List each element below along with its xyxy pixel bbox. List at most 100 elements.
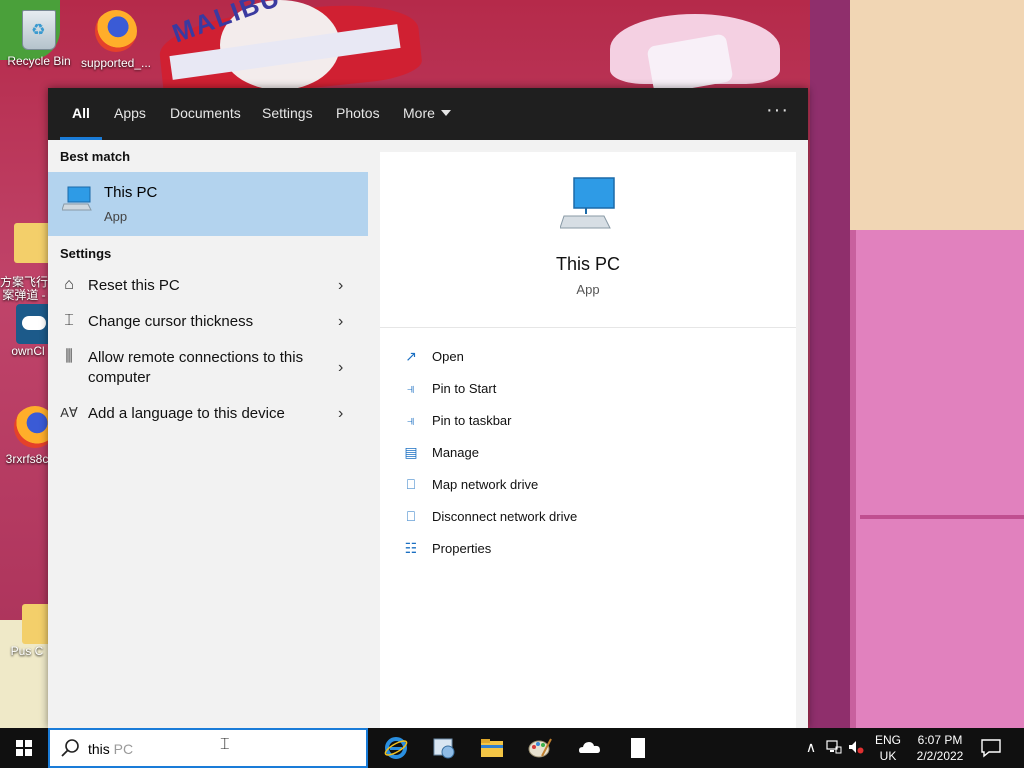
volume-muted-icon[interactable]	[848, 739, 864, 755]
desktop-icon-3rxrfs8c[interactable]: 3rxrfs8c	[2, 402, 56, 466]
desktop-icon-label: ownCl	[11, 344, 45, 358]
firefox-icon	[95, 10, 137, 52]
setting-reset-pc[interactable]: ⌂ Reset this PC ›	[48, 268, 368, 304]
pin-icon: ⫣	[406, 412, 416, 428]
language-icon: AⱯ	[60, 405, 78, 420]
desktop-icon-label: 3rxrfs8c	[5, 452, 49, 466]
taskbar-control-panel[interactable]	[424, 732, 464, 764]
disconnect-drive-icon: ⎕	[406, 508, 416, 524]
file-explorer-icon	[481, 739, 503, 757]
desktop-icon-recycle-bin[interactable]: Recycle Bin	[1, 6, 77, 68]
action-label: Pin to taskbar	[432, 413, 512, 428]
action-label: Properties	[432, 541, 492, 556]
this-pc-icon	[62, 186, 92, 211]
setting-label: Change cursor thickness	[88, 313, 254, 330]
desktop-icon-label: Pus C	[10, 644, 44, 658]
wallpaper-shape	[850, 0, 1024, 235]
search-typed-text: this	[88, 741, 110, 757]
reset-pc-icon: ⌂	[64, 276, 74, 293]
taskbar-internet-explorer[interactable]	[376, 732, 416, 764]
action-manage[interactable]: ▤ Manage	[402, 442, 782, 466]
chevron-right-icon: ›	[338, 313, 344, 330]
taskbar-document[interactable]	[618, 732, 658, 764]
action-disconnect-network-drive[interactable]: ⎕ Disconnect network drive	[402, 506, 782, 530]
setting-add-language[interactable]: AⱯ Add a language to this device ›	[48, 396, 368, 432]
desktop-icon-label: supported_...	[80, 56, 152, 70]
this-pc-icon	[560, 177, 615, 229]
tab-apps[interactable]: Apps	[114, 88, 146, 140]
action-center-button[interactable]	[980, 738, 1002, 758]
tab-documents[interactable]: Documents	[170, 88, 241, 140]
action-pin-to-start[interactable]: ⫣ Pin to Start	[402, 378, 782, 402]
recycle-bin-icon	[22, 10, 56, 50]
language-indicator[interactable]: ENG UK	[872, 732, 904, 764]
onedrive-icon	[579, 742, 600, 753]
taskbar-paint[interactable]	[520, 732, 560, 764]
desktop-icon-pus[interactable]: Pus C	[2, 604, 62, 658]
setting-cursor-thickness[interactable]: ⌶ Change cursor thickness ›	[48, 304, 368, 340]
notification-icon	[981, 739, 1001, 758]
action-label: Open	[432, 349, 464, 364]
action-pin-to-taskbar[interactable]: ⫣ Pin to taskbar	[402, 410, 782, 434]
detail-title: This PC	[555, 254, 620, 274]
setting-remote-connections[interactable]: ⫼ Allow remote connections to this compu…	[48, 340, 368, 396]
open-icon: ↗	[405, 348, 417, 364]
taskbar-onedrive[interactable]	[570, 732, 610, 764]
search-panel: All Apps Documents Settings Photos More …	[48, 88, 808, 728]
windows-logo-icon	[16, 740, 32, 756]
setting-label: Reset this PC	[88, 277, 180, 294]
chevron-right-icon: ›	[338, 359, 344, 376]
taskbar-search-box[interactable]: this PC ⌶	[48, 728, 368, 768]
action-map-network-drive[interactable]: ⎕ Map network drive	[402, 474, 782, 498]
action-properties[interactable]: ☷ Properties	[402, 538, 782, 562]
detail-pane: This PC App ↗ Open ⫣ Pin to Start ⫣ Pin …	[380, 152, 796, 728]
best-match-title: This PC	[104, 184, 158, 201]
tab-photos[interactable]: Photos	[336, 88, 380, 140]
setting-label: Add a language to this device	[88, 405, 285, 422]
network-icon[interactable]	[826, 739, 842, 755]
wallpaper-shape	[810, 0, 854, 728]
search-tabs: All Apps Documents Settings Photos More …	[48, 88, 808, 140]
chevron-down-icon	[440, 110, 451, 117]
search-input[interactable]: this PC	[88, 741, 133, 757]
tab-label: Apps	[114, 105, 146, 121]
internet-explorer-icon	[384, 737, 408, 759]
tab-label: Photos	[336, 105, 380, 121]
chevron-right-icon: ›	[338, 277, 344, 294]
best-match-subtitle: App	[104, 209, 128, 224]
taskbar: this PC ⌶ ∧ ENG UK 6:07 PM 2/2/2022	[0, 728, 1024, 768]
desktop-icon-owncloud[interactable]: ownCl	[4, 304, 52, 358]
tab-all[interactable]: All	[60, 88, 102, 140]
action-label: Map network drive	[432, 477, 539, 492]
tab-more[interactable]: More	[403, 88, 451, 140]
search-icon	[61, 739, 79, 757]
desktop-icon-folder[interactable]: 方案飞行 案弹道 -	[0, 210, 54, 302]
detail-subtitle: App	[576, 282, 600, 297]
section-settings: Settings	[60, 246, 112, 261]
results-list: Best match This PC App Settings ⌂ Reset …	[48, 140, 368, 728]
tab-label: Settings	[262, 105, 313, 121]
wallpaper-shape	[860, 515, 1024, 519]
tab-label: More	[403, 105, 435, 121]
more-options-button[interactable]: ···	[766, 100, 788, 126]
best-match-this-pc[interactable]: This PC App	[48, 172, 368, 236]
tab-label: Documents	[170, 105, 241, 121]
action-open[interactable]: ↗ Open	[402, 346, 782, 370]
tab-settings[interactable]: Settings	[262, 88, 313, 140]
action-label: Manage	[432, 445, 479, 460]
clock[interactable]: 6:07 PM 2/2/2022	[908, 732, 972, 764]
taskbar-file-explorer[interactable]	[472, 732, 512, 764]
desktop-icon-supported[interactable]: supported_...	[78, 6, 154, 70]
owncloud-icon	[16, 304, 52, 344]
pin-icon: ⫣	[406, 380, 416, 396]
map-drive-icon: ⎕	[406, 476, 416, 492]
setting-label: Allow remote connections to this compute…	[88, 349, 304, 386]
clock-date: 2/2/2022	[916, 749, 964, 763]
manage-icon: ▤	[404, 444, 418, 460]
action-label: Pin to Start	[432, 381, 497, 396]
chevron-up-icon[interactable]: ∧	[803, 739, 819, 755]
remote-settings-icon: ⫼	[65, 348, 73, 365]
start-button[interactable]	[0, 728, 48, 768]
action-label: Disconnect network drive	[432, 509, 578, 524]
wallpaper-shape	[850, 230, 1024, 728]
